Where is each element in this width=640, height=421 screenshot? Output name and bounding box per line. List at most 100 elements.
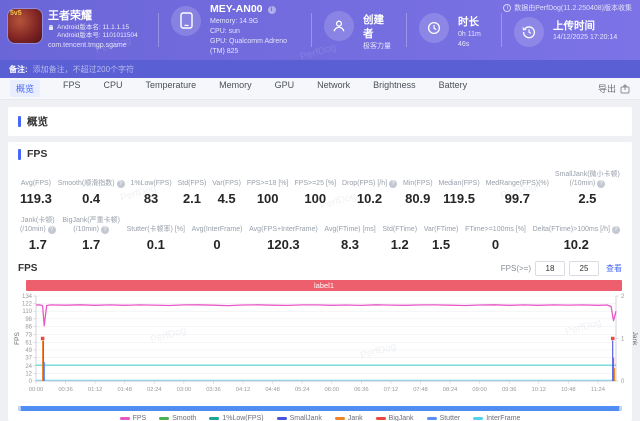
fps-stats-row-1: Avg(FPS) 119.3 Smooth(顺滑指数)? 0.4 1%Low(FPS) 8… [18, 170, 622, 206]
device-model: MEY-AN00 [210, 2, 263, 15]
fps-section: FPS Avg(FPS) 119.3 Smooth(顺滑指数)? 0.4 1%Low(F… [8, 142, 638, 421]
svg-text:02:24: 02:24 [147, 387, 162, 393]
tab-Network[interactable]: Network [317, 80, 350, 97]
stat-value: 99.7 [504, 191, 530, 207]
fps-threshold-label: FPS(>=) [500, 264, 531, 274]
tab-Brightness[interactable]: Brightness [373, 80, 416, 97]
legend-item-1%Low(FPS)[interactable]: 1%Low(FPS) [209, 415, 264, 421]
stat-item: Min(FPS) 80.9 [401, 179, 435, 206]
svg-text:10:48: 10:48 [561, 387, 576, 393]
svg-text:0: 0 [621, 379, 625, 385]
stat-label: Drop(FPS) [/h]? [342, 179, 398, 189]
stat-value: 4.5 [217, 191, 236, 207]
legend-swatch [276, 417, 287, 421]
tab-Battery[interactable]: Battery [439, 80, 468, 97]
legend-item-InterFrame[interactable]: InterFrame [473, 415, 520, 421]
stat-item: FTime>=100ms [%] 0 [463, 225, 528, 252]
stat-label: FTime>=100ms [%] [465, 226, 526, 234]
overview-section: 概览 [8, 107, 632, 136]
android-version-code: Android版本号: 1101011504 [57, 32, 138, 39]
legend-item-Smooth[interactable]: Smooth [159, 415, 196, 421]
export-button[interactable]: 导出 [598, 82, 630, 95]
metric-info-icon[interactable]: ? [597, 180, 606, 189]
metric-info-icon[interactable]: ? [100, 226, 109, 235]
svg-text:37: 37 [25, 356, 32, 362]
legend-item-BigJank[interactable]: BigJank [375, 415, 414, 421]
stat-item: FPS>=25 [%] 100 [292, 179, 338, 206]
tab-FPS[interactable]: FPS [63, 80, 81, 97]
stat-label: SmallJank(微小卡顿) (/10min)? [554, 171, 620, 189]
stat-label: MedRange(FPS)(%) [485, 180, 549, 188]
tab-Temperature[interactable]: Temperature [146, 80, 197, 97]
tab-Memory[interactable]: Memory [219, 80, 252, 97]
legend-swatch [375, 417, 386, 421]
stat-item: Std(FPS) 2.1 [176, 179, 209, 206]
app-name: 王者荣耀 [48, 10, 92, 23]
svg-text:110: 110 [22, 310, 32, 316]
legend-label: Jank [347, 415, 363, 421]
stat-label: Std(FTime) [382, 226, 418, 234]
fps-line-chart[interactable]: 0122437496173869811012213401200:00 00:36 0… [12, 291, 640, 404]
device-cpu: CPU: sun [210, 27, 240, 35]
android-icon [49, 25, 53, 31]
chart-zoom-scrollbar[interactable] [18, 406, 622, 412]
svg-text:Jank: Jank [631, 332, 638, 346]
tab-GPU[interactable]: GPU [275, 80, 295, 97]
device-info-icon[interactable]: i [267, 5, 276, 14]
stat-value: 10.2 [563, 237, 589, 253]
metric-info-icon[interactable]: ? [47, 226, 56, 235]
svg-text:04:48: 04:48 [265, 387, 280, 393]
stat-label: FPS>=18 [%] [246, 180, 289, 188]
svg-text:61: 61 [25, 341, 32, 347]
svg-text:06:36: 06:36 [354, 387, 369, 393]
stat-label: FPS>=25 [%] [294, 180, 337, 188]
stat-label: Jank(卡顿) (/10min)? [20, 217, 56, 235]
phone-icon [171, 5, 201, 36]
fps-chart-header: FPS FPS(>=) 查看 [18, 261, 622, 277]
metric-info-icon[interactable]: ? [611, 226, 620, 235]
legend-swatch [209, 417, 220, 421]
tab-概览[interactable]: 概览 [10, 80, 41, 97]
fps-threshold-apply-link[interactable]: 查看 [606, 263, 622, 274]
tab-CPU[interactable]: CPU [104, 80, 123, 97]
remark-placeholder: 添加备注，不超过200个字符 [32, 64, 135, 74]
upload-block: 上传时间 14/12/2025 17:20:14 [502, 14, 629, 47]
metric-info-icon[interactable]: ? [116, 180, 125, 189]
stat-value: 0.4 [82, 191, 101, 207]
stat-value: 100 [256, 191, 279, 207]
legend-item-Stutter[interactable]: Stutter [426, 415, 460, 421]
app-icon-badge: 5v5 [10, 10, 22, 18]
svg-text:03:00: 03:00 [177, 387, 192, 393]
legend-item-FPS[interactable]: FPS [119, 415, 146, 421]
legend-item-Jank[interactable]: Jank [334, 415, 363, 421]
svg-text:05:24: 05:24 [295, 387, 310, 393]
stat-value: 1.2 [390, 237, 409, 253]
stat-value: 1.5 [432, 237, 451, 253]
stat-label: Median(FPS) [438, 180, 480, 188]
history-icon [514, 16, 544, 47]
stat-label: Std(FPS) [177, 180, 207, 188]
fps-threshold-low-input[interactable] [535, 261, 565, 277]
legend-item-SmallJank[interactable]: SmallJank [276, 415, 322, 421]
perfdog-version-note: i 数据由PerfDog(11.2.250408)版本收集 [503, 3, 632, 13]
stat-value: 80.9 [405, 191, 431, 207]
upload-value: 14/12/2025 17:20:14 [553, 34, 618, 42]
remark-bar[interactable]: 备注: 添加备注，不超过200个字符 [0, 60, 640, 78]
stat-item: 1%Low(FPS) 83 [128, 179, 173, 206]
stat-label: Min(FPS) [402, 180, 433, 188]
app-package: com.tencent.tmgp.sgame [48, 42, 127, 50]
legend-label: InterFrame [486, 415, 521, 421]
stat-label: Avg(FPS+InterFrame) [249, 226, 318, 234]
svg-text:49: 49 [25, 348, 32, 354]
fps-title: FPS [18, 148, 622, 160]
accent-bar [18, 148, 21, 160]
fps-threshold-high-input[interactable] [569, 261, 599, 277]
chart-label-banner: label1 [26, 280, 622, 292]
stat-item: Var(FTime) 1.5 [422, 225, 461, 252]
legend-swatch [334, 417, 345, 421]
svg-text:01:12: 01:12 [88, 387, 103, 393]
svg-text:11:24: 11:24 [591, 387, 606, 393]
stat-value: 0 [491, 237, 500, 253]
metric-info-icon[interactable]: ? [389, 180, 398, 189]
svg-text:08:24: 08:24 [443, 387, 458, 393]
